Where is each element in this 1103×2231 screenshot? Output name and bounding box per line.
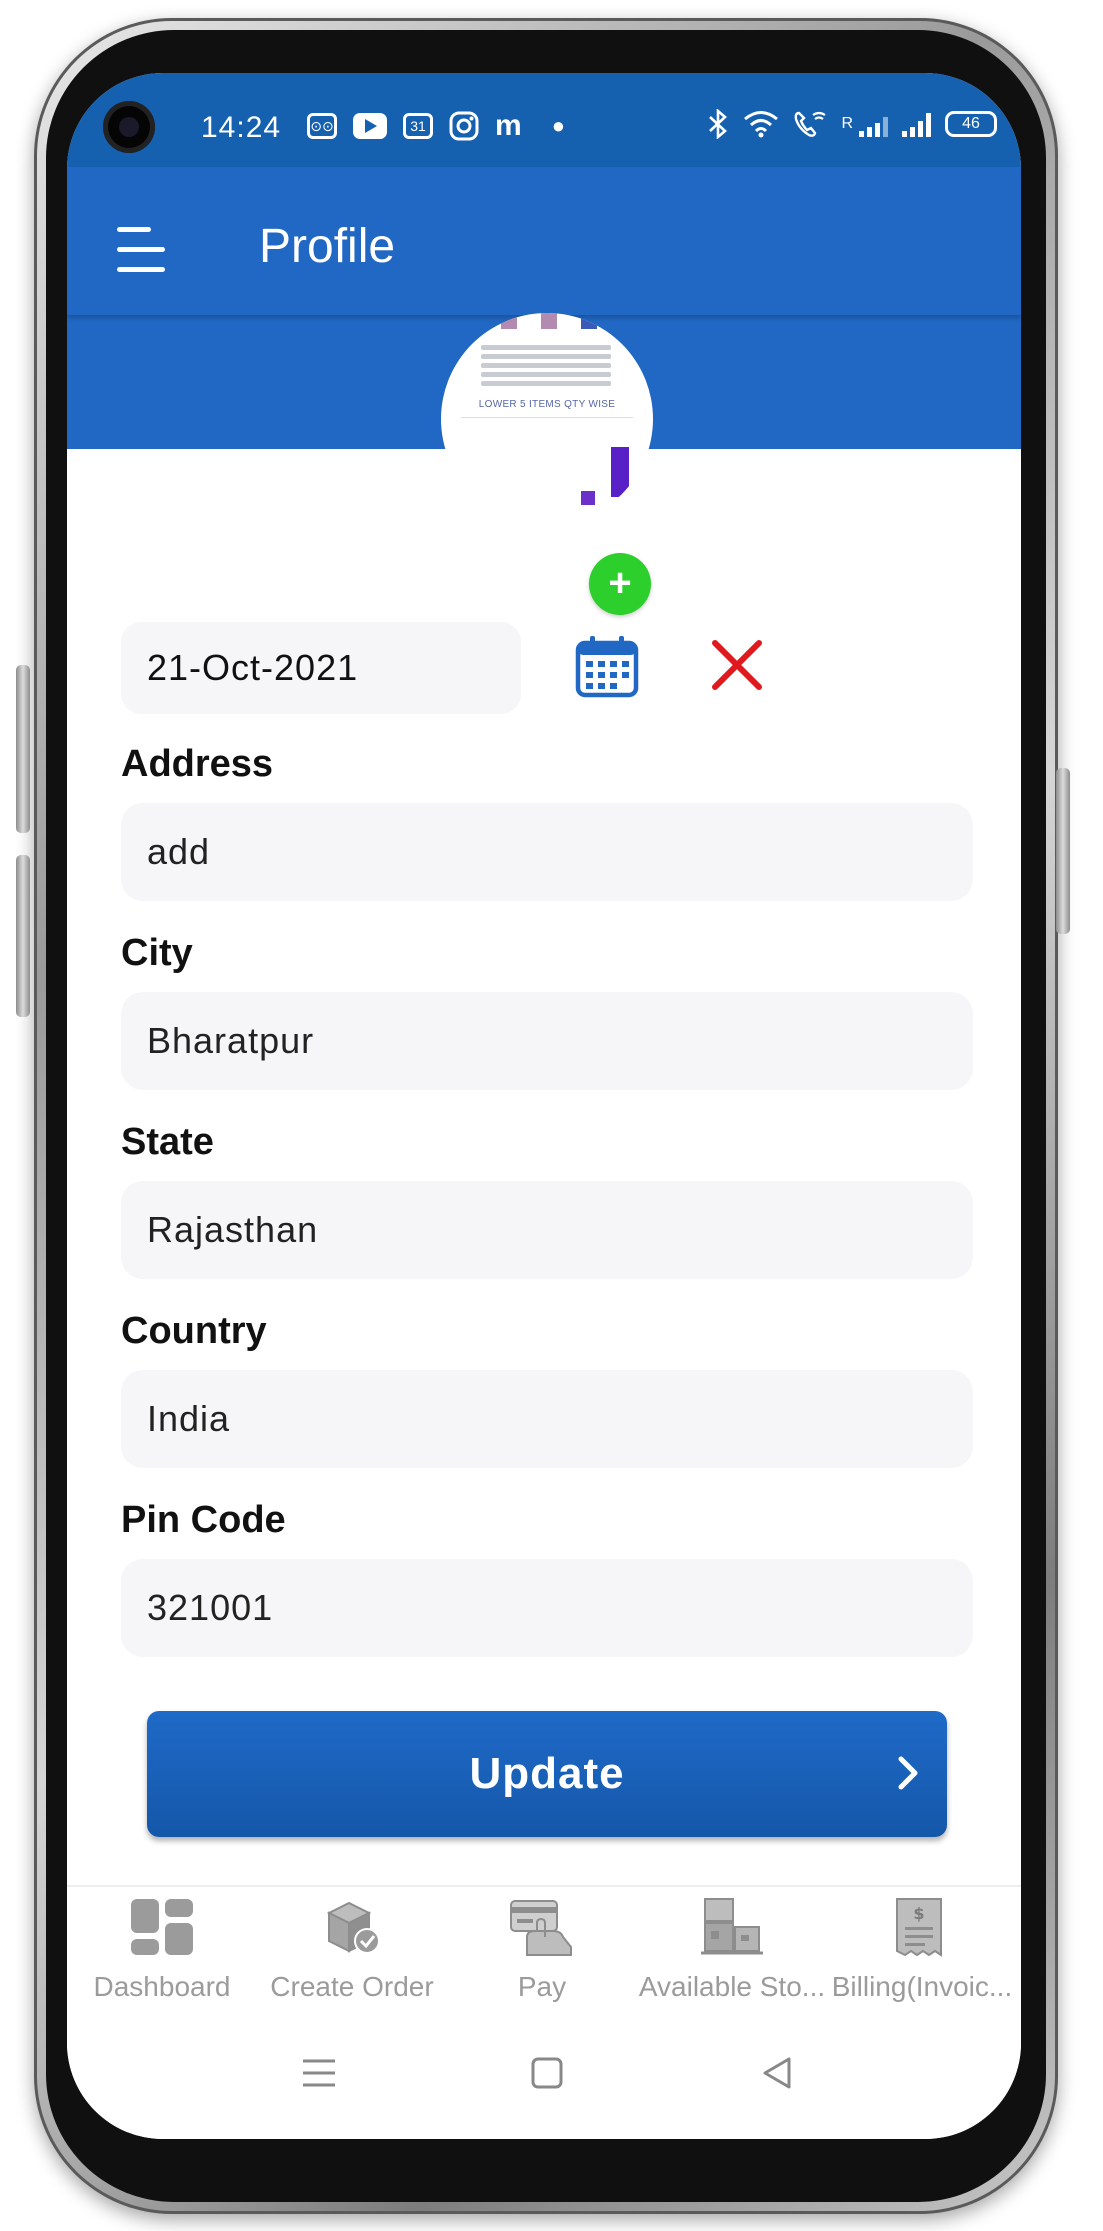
side-button-right [1056,768,1070,934]
billing-icon: $ [896,1898,942,1957]
city-field[interactable]: Bharatpur [121,992,973,1090]
update-button-label: Update [469,1749,625,1798]
date-field[interactable]: 21-Oct-2021 [121,622,521,714]
notification-icons: ⊙⊙ 31 m ● [307,109,565,143]
hamburger-menu-icon[interactable] [117,227,165,273]
nav-create-order[interactable]: Create Order [257,1897,447,2023]
svg-text:$: $ [913,1904,924,1923]
address-label: Address [121,743,274,785]
profile-avatar[interactable]: LOWER 5 ITEMS QTY WISE [441,313,653,525]
front-camera [103,101,155,153]
wifi-calling-icon [795,111,827,137]
recent-apps-icon[interactable] [299,2053,339,2093]
page-title: Profile [259,220,396,273]
plus-icon: + [608,561,632,605]
nav-available-stock-label: Available Sto... [638,1971,826,2002]
pay-icon [510,1900,572,1956]
update-button[interactable]: Update [147,1711,947,1837]
chevron-right-icon [898,1756,918,1790]
signal-2-icon [902,111,931,137]
m-app-icon: m [495,109,522,142]
side-button-left-top [16,665,30,833]
more-notifications-dot-icon: ● [551,113,565,138]
status-time: 14:24 [201,111,282,144]
nav-pay-label: Pay [517,1971,567,2002]
bottom-navigation: Dashboard Create Order Pay Available Sto… [67,1885,1021,2027]
dashboard-icon [131,1899,193,1955]
side-button-left-bottom [16,855,30,1017]
home-icon[interactable] [527,2053,567,2093]
nav-pay[interactable]: Pay [447,1897,637,2023]
signal-1-icon [859,111,888,137]
nav-billing-label: Billing(Invoic... [831,1971,1013,2002]
avatar-image-caption: LOWER 5 ITEMS QTY WISE [478,399,616,410]
country-label: Country [121,1310,267,1352]
state-label: State [121,1121,214,1163]
calendar-icon[interactable] [574,633,640,699]
nav-create-order-label: Create Order [270,1971,434,2002]
avatar-image-lines [481,341,611,390]
avatar-image-divider [461,417,633,418]
wifi-icon [744,111,779,138]
add-photo-button[interactable]: + [589,553,651,615]
nav-available-stock[interactable]: Available Sto... [637,1897,827,2023]
avatar-image-bar-small [581,491,595,505]
nav-dashboard[interactable]: Dashboard [67,1897,257,2023]
nav-dashboard-label: Dashboard [93,1971,231,2002]
roaming-indicator: R [841,115,853,132]
youtube-icon [353,113,387,139]
status-bar: 14:24 ⊙⊙ 31 m ● R 46 [67,73,1021,167]
city-label: City [121,932,193,974]
battery-icon: 46 [945,111,997,137]
system-status-icons: R 46 [707,109,997,139]
pin-code-label: Pin Code [121,1499,286,1541]
available-stock-icon [701,1898,763,1955]
nav-billing[interactable]: $ Billing(Invoic... [827,1897,1017,2023]
create-order-icon [326,1901,380,1954]
pin-code-field[interactable]: 321001 [121,1559,973,1657]
address-field[interactable]: add [121,803,973,901]
phone-screen: 14:24 ⊙⊙ 31 m ● R 46 Profile LOWER 5 ITE… [67,73,1021,2139]
system-navigation-bar [67,2025,1021,2139]
state-field[interactable]: Rajasthan [121,1181,973,1279]
clear-date-icon[interactable] [709,637,765,693]
instagram-icon [449,111,479,141]
bluetooth-icon [709,109,728,139]
avatar-image-bar [611,447,629,497]
calendar-notification-icon: 31 [403,113,433,139]
app-bar: Profile [67,167,1021,315]
country-field[interactable]: India [121,1370,973,1468]
avatar-chart-thumbnail [501,313,611,331]
back-icon[interactable] [757,2053,797,2093]
payment-notification-icon: ⊙⊙ [307,113,337,139]
